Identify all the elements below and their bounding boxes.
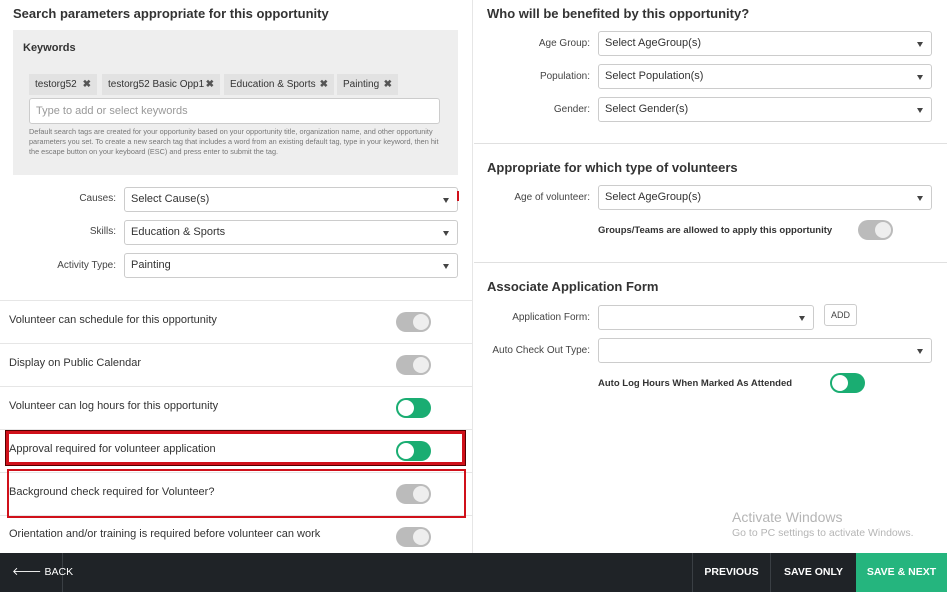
skills-select[interactable]: Education & Sports — [124, 220, 458, 245]
toggle-knob — [413, 529, 429, 545]
age-group-label: Age Group: — [538, 38, 590, 49]
arrow-left-icon: 🡐 — [12, 566, 42, 578]
setting-row-public-calendar: Display on Public Calendar — [0, 343, 472, 386]
activity-type-select[interactable]: Painting — [124, 253, 458, 278]
activate-windows-title: Activate Windows — [732, 509, 843, 525]
chevron-down-icon — [443, 198, 449, 203]
chevron-down-icon — [917, 108, 923, 113]
toggle-knob — [398, 400, 414, 416]
age-group-select[interactable]: Select AgeGroup(s) — [598, 31, 932, 56]
gender-label: Gender: — [553, 104, 590, 115]
setting-label: Orientation and/or training is required … — [9, 528, 321, 540]
skills-label: Skills: — [89, 226, 116, 237]
setting-label: Display on Public Calendar — [9, 357, 142, 369]
toggle-knob — [413, 357, 429, 373]
age-of-volunteer-select-value: Select AgeGroup(s) — [605, 191, 701, 203]
gender-select[interactable]: Select Gender(s) — [598, 97, 932, 122]
chevron-down-icon — [443, 231, 449, 236]
setting-row-log-hours: Volunteer can log hours for this opportu… — [0, 386, 472, 429]
gender-select-value: Select Gender(s) — [605, 103, 689, 115]
orientation-toggle[interactable] — [396, 527, 431, 547]
chevron-down-icon — [917, 42, 923, 47]
causes-select-value: Select Cause(s) — [131, 193, 210, 205]
chevron-down-icon — [917, 349, 923, 354]
schedule-toggle[interactable] — [396, 312, 431, 332]
keywords-box: Keywords testorg52 ✖ testorg52 Basic Opp… — [13, 30, 458, 175]
section-divider — [474, 143, 947, 144]
age-of-volunteer-label: Age of volunteer: — [514, 192, 590, 203]
volunteer-type-title: Appropriate for which type of volunteers — [487, 160, 738, 175]
highlight-box-background-check — [7, 469, 466, 518]
age-group-select-value: Select AgeGroup(s) — [605, 37, 701, 49]
section-divider — [474, 262, 947, 263]
setting-label: Volunteer can log hours for this opportu… — [9, 400, 219, 412]
application-form-label: Application Form: — [512, 312, 590, 323]
search-parameters-title: Search parameters appropriate for this o… — [13, 6, 329, 21]
toggle-knob — [832, 375, 848, 391]
causes-select[interactable]: Select Cause(s) — [124, 187, 458, 212]
keyword-tag-label: Education & Sports — [230, 79, 316, 90]
population-label: Population: — [539, 71, 590, 82]
setting-row-orientation: Orientation and/or training is required … — [0, 515, 472, 553]
keyword-tag: Painting ✖ — [337, 74, 398, 95]
remove-tag-icon[interactable]: ✖ — [320, 74, 328, 95]
highlight-box-approval — [6, 431, 465, 465]
remove-tag-icon[interactable]: ✖ — [384, 74, 392, 95]
toggle-knob — [875, 222, 891, 238]
remove-tag-icon[interactable]: ✖ — [83, 74, 91, 95]
keyword-tag: Education & Sports ✖ — [224, 74, 334, 95]
activity-type-label: Activity Type: — [57, 260, 116, 271]
previous-button[interactable]: PREVIOUS — [692, 553, 770, 592]
remove-tag-icon[interactable]: ✖ — [206, 74, 214, 95]
groups-allowed-toggle[interactable] — [858, 220, 893, 240]
application-form-select[interactable] — [598, 305, 814, 330]
back-label: BACK — [44, 566, 74, 578]
keywords-label: Keywords — [23, 42, 76, 54]
footer-bar: 🡐 BACK PREVIOUS SAVE ONLY SAVE & NEXT — [0, 553, 947, 592]
keyword-tag-label: Painting — [343, 79, 380, 90]
activity-type-select-value: Painting — [131, 259, 171, 271]
skills-select-value: Education & Sports — [131, 226, 226, 238]
causes-label: Causes: — [79, 193, 116, 204]
auto-log-hours-toggle[interactable] — [830, 373, 865, 393]
required-marker — [457, 191, 459, 201]
save-and-next-button[interactable]: SAVE & NEXT — [856, 553, 947, 592]
setting-row-schedule: Volunteer can schedule for this opportun… — [0, 300, 472, 343]
benefit-title: Who will be benefited by this opportunit… — [487, 6, 750, 21]
add-application-form-button[interactable]: ADD — [824, 304, 857, 326]
toggle-knob — [413, 314, 429, 330]
keywords-help-text: Default search tags are created for your… — [29, 127, 439, 156]
keyword-tag: testorg52 ✖ — [29, 74, 97, 95]
save-only-button[interactable]: SAVE ONLY — [770, 553, 856, 592]
auto-checkout-select[interactable] — [598, 338, 932, 363]
setting-label: Volunteer can schedule for this opportun… — [9, 314, 217, 326]
keyword-tag-label: testorg52 Basic Opp1 — [108, 79, 205, 90]
population-select[interactable]: Select Population(s) — [598, 64, 932, 89]
chevron-down-icon — [917, 196, 923, 201]
application-form-title: Associate Application Form — [487, 279, 659, 294]
chevron-down-icon — [799, 316, 805, 321]
groups-allowed-label: Groups/Teams are allowed to apply this o… — [598, 225, 833, 236]
public-calendar-toggle[interactable] — [396, 355, 431, 375]
benefit-panel: Who will be benefited by this opportunit… — [474, 0, 947, 553]
search-parameters-panel: Search parameters appropriate for this o… — [0, 0, 473, 553]
keywords-input[interactable]: Type to add or select keywords — [29, 98, 440, 124]
chevron-down-icon — [443, 264, 449, 269]
population-select-value: Select Population(s) — [605, 70, 704, 82]
activate-windows-subtitle: Go to PC settings to activate Windows. — [732, 527, 914, 539]
auto-checkout-label: Auto Check Out Type: — [492, 345, 590, 356]
age-of-volunteer-select[interactable]: Select AgeGroup(s) — [598, 185, 932, 210]
keyword-tag: testorg52 Basic Opp1 ✖ — [102, 74, 220, 95]
keyword-tag-label: testorg52 — [35, 79, 77, 90]
auto-log-hours-label: Auto Log Hours When Marked As Attended — [598, 378, 793, 389]
log-hours-toggle[interactable] — [396, 398, 431, 418]
chevron-down-icon — [917, 75, 923, 80]
back-button[interactable]: 🡐 BACK — [0, 553, 73, 592]
